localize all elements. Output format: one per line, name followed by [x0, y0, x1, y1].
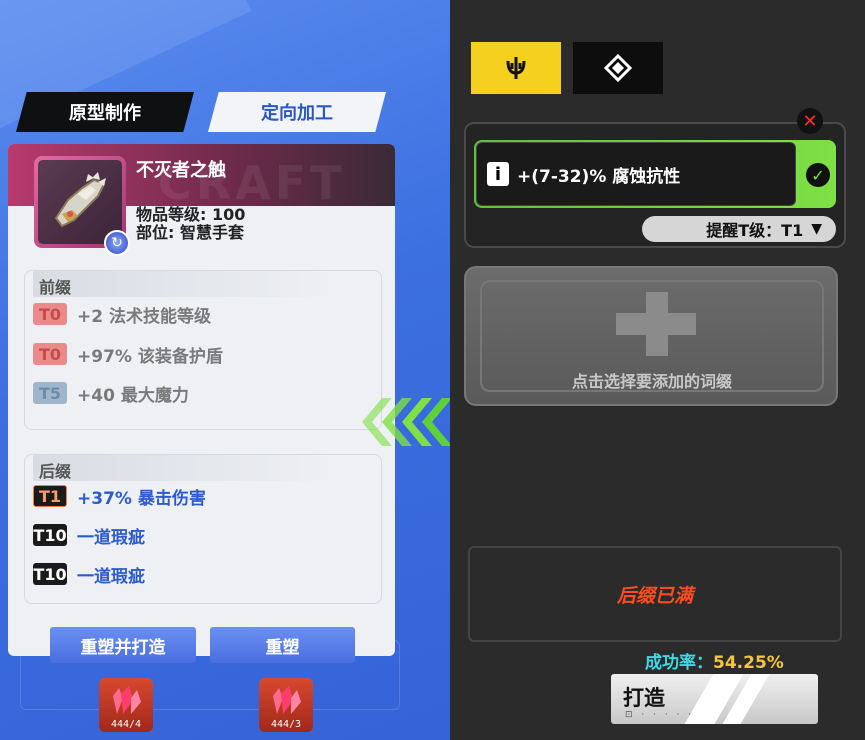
prefix-affix[interactable]: T5 +40 最大魔力	[33, 380, 189, 406]
affix-text: 一道瑕疵	[77, 566, 145, 587]
material-count: 444/3	[270, 719, 302, 730]
craft-button[interactable]: 打造 ⊡ · · · · ·	[611, 674, 818, 724]
tier-badge: T1	[33, 485, 67, 507]
crystal-icon	[113, 686, 141, 714]
tier-badge: T0	[33, 303, 67, 325]
item-card: CRAFT ↻ 不灭者之触 物品等级: 100 部位: 智慧手套 前缀 T0 +…	[8, 144, 395, 656]
tier-badge: T0	[33, 343, 67, 365]
button-dots: ⊡ · · · · ·	[625, 710, 695, 720]
caret-down-icon: ▼	[811, 221, 822, 237]
material-slot[interactable]: 444/3	[259, 678, 313, 732]
item-slot: 部位: 智慧手套	[136, 223, 244, 242]
add-affix-label: 点击选择要添加的词缀	[571, 372, 732, 391]
arrows-icon	[362, 398, 452, 446]
item-meta: 物品等级: 100 部位: 智慧手套	[136, 206, 245, 242]
item-level: 物品等级: 100	[136, 205, 246, 224]
prefix-affix[interactable]: T0 +2 法术技能等级	[33, 301, 211, 327]
plus-icon-h	[616, 313, 696, 335]
affix-text: +37% 暴击伤害	[77, 488, 206, 509]
affix-text: +2 法术技能等级	[77, 306, 211, 327]
suffix-title: 后缀	[33, 455, 373, 481]
prefix-section: 前缀 T0 +2 法术技能等级 T0 +97% 该装备护盾 T5 +40 最大魔…	[24, 270, 382, 430]
reshape-craft-button[interactable]: 重塑并打造	[50, 627, 196, 663]
tier-badge: T10	[33, 524, 67, 546]
suffix-affix[interactable]: T10 一道瑕疵	[33, 522, 145, 548]
selected-affix-slot[interactable]: i +(7-32)% 腐蚀抗性	[474, 140, 836, 208]
suffix-section: 后缀 T1 +37% 暴击伤害 T10 一道瑕疵 T10 一道瑕疵	[24, 454, 382, 604]
status-box: 后缀已满	[468, 546, 842, 642]
tier-badge: T5	[33, 382, 67, 404]
trident-icon	[506, 57, 526, 79]
reminder-tier-label: 提醒T级：T1	[706, 221, 804, 240]
item-name: 不灭者之触	[136, 160, 226, 181]
info-icon[interactable]: i	[487, 162, 509, 186]
close-icon[interactable]: ✕	[797, 108, 823, 134]
crystal-icon	[273, 686, 301, 714]
selected-affix-text: +(7-32)% 腐蚀抗性	[517, 166, 681, 187]
affix-text: 一道瑕疵	[77, 527, 145, 548]
material-count: 444/4	[110, 719, 142, 730]
status-text: 后缀已满	[616, 584, 693, 607]
reshape-button[interactable]: 重塑	[210, 627, 355, 663]
success-rate-value: 54.25%	[713, 653, 784, 673]
tab-trident[interactable]	[471, 42, 561, 94]
affix-text: +97% 该装备护盾	[77, 346, 223, 367]
success-rate-label: 成功率：	[645, 653, 713, 673]
craft-button-label: 打造	[623, 686, 665, 710]
gauntlet-icon	[54, 172, 106, 228]
material-slot[interactable]: 444/4	[99, 678, 153, 732]
suffix-affix[interactable]: T10 一道瑕疵	[33, 561, 145, 587]
affix-text: +40 最大魔力	[77, 385, 189, 406]
tab-directional[interactable]: 定向加工	[208, 92, 386, 132]
check-icon: ✓	[806, 163, 830, 187]
add-affix-button[interactable]: 点击选择要添加的词缀	[464, 266, 838, 406]
success-rate: 成功率：54.25%	[645, 648, 784, 673]
prefix-affix[interactable]: T0 +97% 该装备护盾	[33, 341, 223, 367]
prefix-title: 前缀	[33, 271, 373, 297]
reminder-tier-dropdown[interactable]: 提醒T级：T1 ▼	[642, 216, 836, 242]
suffix-affix[interactable]: T1 +37% 暴击伤害	[33, 483, 206, 509]
tab-prototype[interactable]: 原型制作	[16, 92, 194, 132]
diamond-icon	[603, 53, 633, 83]
refresh-icon[interactable]: ↻	[104, 230, 130, 256]
tab-diamond[interactable]	[573, 42, 663, 94]
tier-badge: T10	[33, 563, 67, 585]
